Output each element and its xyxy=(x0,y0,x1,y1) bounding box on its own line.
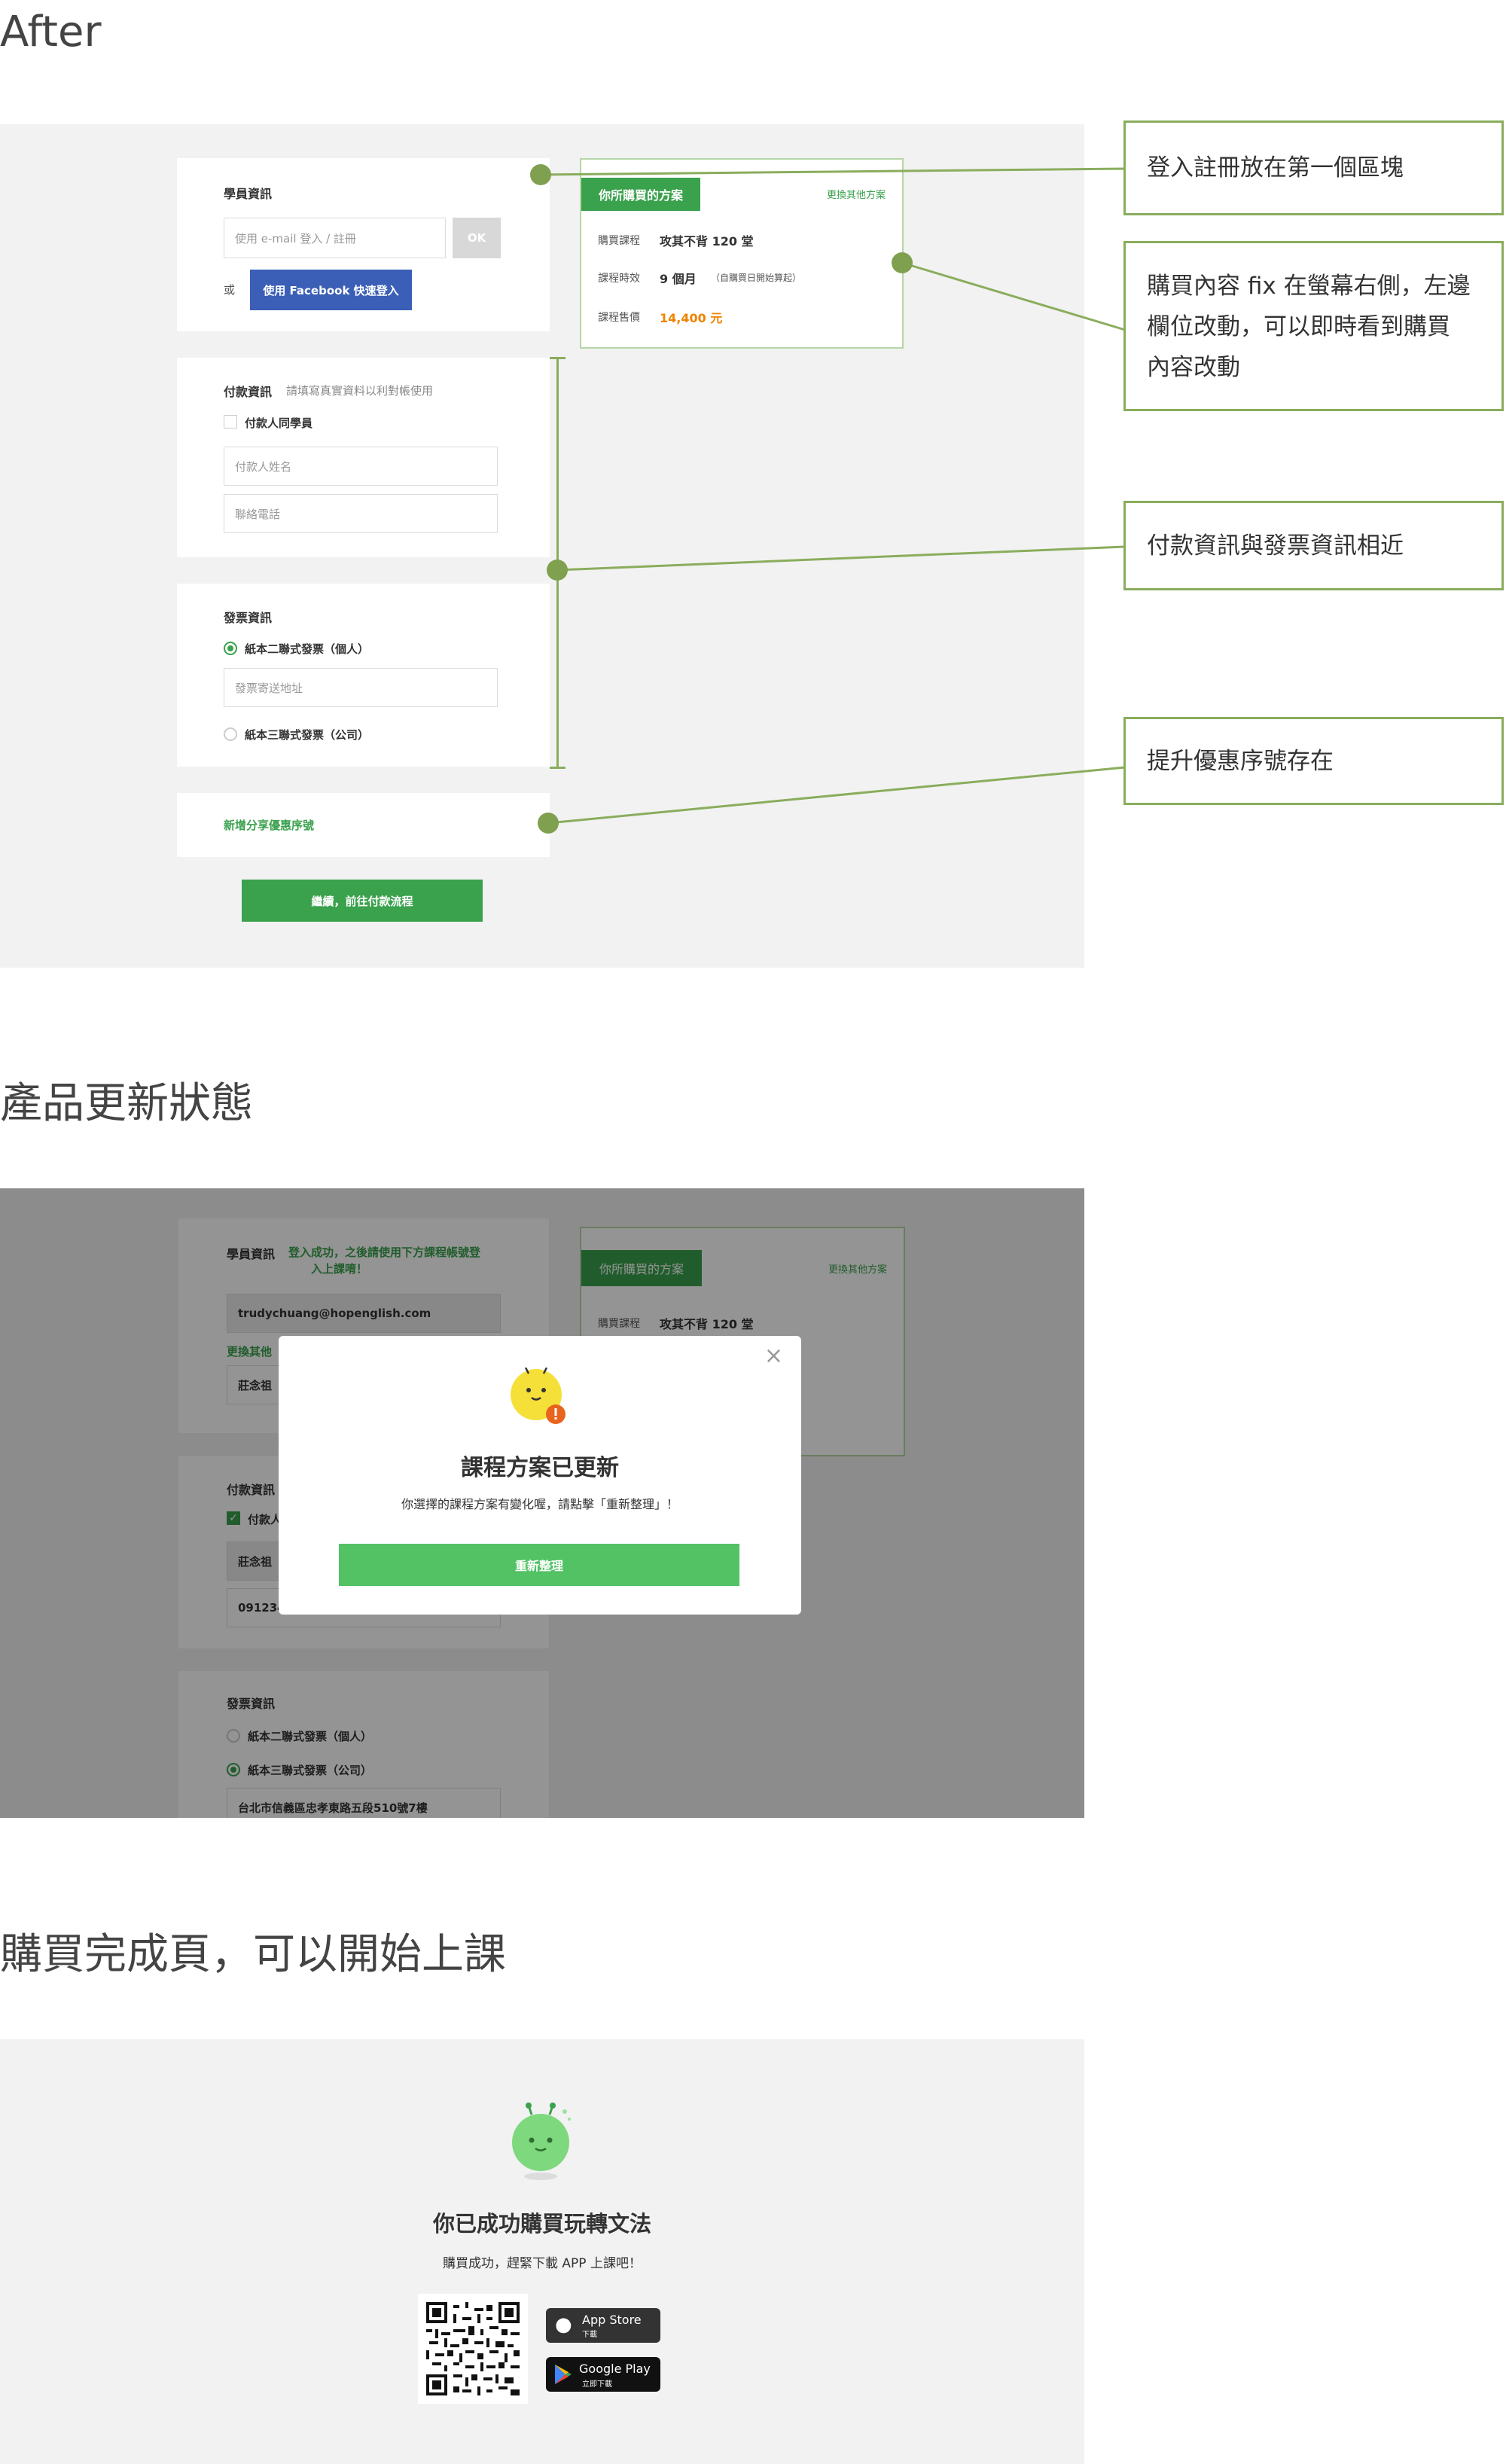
modal-close-button[interactable]: × xyxy=(764,1345,783,1368)
close-icon: × xyxy=(764,1343,783,1369)
google-play-icon xyxy=(555,2365,572,2384)
annotation-text-2a: 購買內容 fix 在螢幕右側，左邊 xyxy=(1147,273,1471,300)
annotation-text-3: 付款資訊與發票資訊相近 xyxy=(1147,532,1404,560)
connector-line-1 xyxy=(540,167,1126,176)
annotation-text-2b: 欄位改動，可以即時看到購買 xyxy=(1147,313,1450,340)
app-store-sub: 下載 xyxy=(582,2331,597,2339)
annotation-plan-fixed: 購買內容 fix 在螢幕右側，左邊 欄位改動，可以即時看到購買 內容改動 xyxy=(1123,241,1504,411)
app-qr-code xyxy=(418,2294,528,2404)
complete-subtitle: 購買成功，趕緊下載 APP 上課吧！ xyxy=(443,2256,642,2271)
annotation-login-first: 登入註冊放在第一個區塊 xyxy=(1123,120,1504,215)
annotation-text-1: 登入註冊放在第一個區塊 xyxy=(1147,154,1404,181)
connector-dot-4 xyxy=(538,813,559,834)
annotation-text-2c: 內容改動 xyxy=(1147,354,1240,381)
refresh-button[interactable]: 重新整理 xyxy=(339,1544,739,1586)
complete-title: 你已成功購買玩轉文法 xyxy=(432,2211,651,2237)
section-title-update: 產品更新狀態 xyxy=(0,1079,253,1128)
connector-line-2 xyxy=(901,261,1126,331)
annotation-text-4: 提升優惠序號存在 xyxy=(1147,747,1334,775)
app-store-badge[interactable]: ● App Store 下載 xyxy=(546,2308,660,2343)
section-title-complete: 購買完成頁，可以開始上課 xyxy=(0,1930,506,1979)
modal-message: 你選擇的課程方案有變化喔，請點擊「重新整理」！ xyxy=(401,1497,678,1511)
connector-line-3 xyxy=(556,545,1126,572)
connector-dot-2 xyxy=(892,252,913,273)
app-store-label: App Store xyxy=(582,2313,642,2327)
complete-mockup-panel: 你已成功購買玩轉文法 購買成功，趕緊下載 APP 上課吧！ ● App Stor… xyxy=(0,2039,1084,2464)
plan-updated-modal: × 課程方案已更新 你選擇的課程方案有變化喔，請點擊「重新整理」！ 重新整理 xyxy=(279,1336,801,1615)
warning-mascot-icon xyxy=(509,1367,568,1426)
update-mockup-panel: 學員資訊 登入成功，之後請使用下方課程帳號登 入上課唷！ trudychuang… xyxy=(0,1188,1084,1818)
annotation-payment-invoice: 付款資訊與發票資訊相近 xyxy=(1123,501,1504,590)
connector-dot-1 xyxy=(530,164,551,185)
connector-line-4 xyxy=(547,766,1126,825)
modal-title: 課程方案已更新 xyxy=(461,1455,619,1481)
google-play-badge[interactable]: Google Play 立即下載 xyxy=(546,2357,660,2392)
connector-dot-3 xyxy=(547,560,568,581)
apple-icon: ● xyxy=(555,2313,572,2336)
success-mascot-icon xyxy=(503,2101,578,2184)
google-play-sub: 立即下載 xyxy=(582,2380,612,2389)
annotation-coupon: 提升優惠序號存在 xyxy=(1123,717,1504,805)
google-play-label: Google Play xyxy=(579,2362,651,2376)
